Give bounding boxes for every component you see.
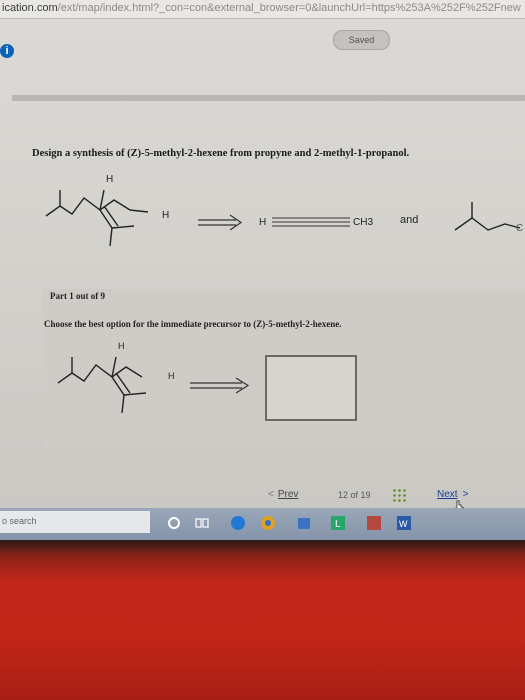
part-molecule-structure [57,356,147,414]
target-molecule-structure [45,189,149,247]
svg-text:W: W [399,519,408,529]
taskbar-search-input[interactable]: o search [0,511,150,533]
prev-button[interactable]: < Prev [268,489,298,500]
prev-label: Prev [277,489,299,500]
alkyne-ch3: CH3 [353,217,373,228]
chevron-right-icon: > [462,489,469,500]
question-counter: 12 of 19 [338,490,371,500]
next-button[interactable]: Next > [437,489,468,500]
store-icon[interactable] [296,515,312,531]
alkyne-h: H [259,217,266,228]
chevron-left-icon: < [268,489,274,500]
part-h-right: H [168,371,175,381]
isobutanol-structure [454,202,521,231]
triple-bond-icon [272,217,350,227]
fragment-tail-label: C [516,223,523,234]
calendar-app-icon[interactable] [366,515,382,531]
info-icon[interactable]: i [0,44,14,58]
part-label: Part 1 out of 9 [50,291,105,301]
part-prompt: Choose the best option for the immediate… [44,319,342,329]
retro-arrow-icon [198,214,243,231]
header-divider [12,95,525,101]
screen: ication.com/ext/map/index.html?_con=con&… [0,0,525,540]
retrosynthesis-scheme: H H H CH3 and C [45,174,523,247]
target-h-right: H [162,210,169,221]
next-label: Next [437,489,458,500]
url-text[interactable]: ication.com/ext/map/index.html?_con=con&… [2,2,521,14]
edge-browser-icon[interactable] [230,515,246,531]
word-icon[interactable]: W [396,515,412,531]
task-view-icon[interactable] [194,515,210,531]
laptop-body [0,540,525,700]
launcher-app-icon[interactable]: L [330,515,346,531]
part-retro-arrow-icon [190,377,250,394]
precursor-scheme: H H [57,341,250,414]
url-path: /ext/map/index.html?_con=con&external_br… [57,2,521,14]
part-h-top: H [118,341,125,351]
answer-drop-box[interactable] [265,355,357,421]
question-grid-icon[interactable] [392,488,406,502]
url-domain: ication.com [2,2,58,14]
svg-text:L: L [335,519,341,530]
question-text: Design a synthesis of (Z)-5-methyl-2-hex… [32,148,410,159]
address-bar[interactable]: ication.com/ext/map/index.html?_con=con&… [0,0,525,19]
cortana-icon[interactable] [166,515,182,531]
and-label: and [400,214,418,226]
chrome-icon[interactable] [260,515,276,531]
saved-status-badge: Saved [333,30,390,50]
search-placeholder: o search [2,516,37,526]
target-h-top: H [106,174,113,185]
